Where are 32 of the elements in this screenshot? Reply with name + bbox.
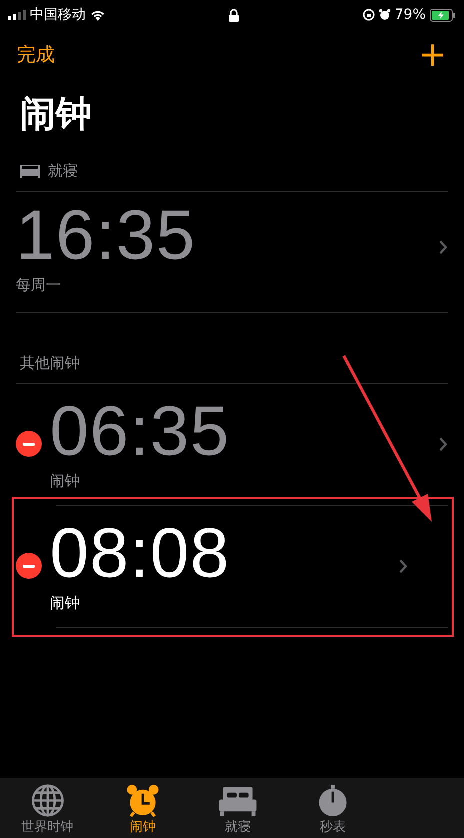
delete-button[interactable] [16, 431, 42, 457]
signal-icon [8, 10, 26, 20]
bed-icon [20, 164, 40, 178]
alarm-time: 08:08 [50, 518, 232, 588]
tab-item[interactable]: 就寝 [190, 778, 286, 838]
alarm-icon [126, 784, 160, 818]
alarm-time: 16:35 [16, 200, 198, 270]
tab-item[interactable]: 秒表 [286, 778, 381, 838]
globe-icon [30, 784, 65, 818]
repeat-label: 每周一 [16, 274, 62, 296]
wifi-icon [90, 9, 106, 21]
lock-icon [229, 8, 240, 22]
battery-percent: 79% [394, 6, 426, 24]
done-button[interactable]: 完成 [16, 40, 56, 70]
tab-item[interactable]: 闹钟 [95, 778, 190, 838]
carrier-name: 中国移动 [30, 6, 86, 24]
bed-icon [218, 784, 258, 818]
alarm-label: 闹钟 [50, 470, 81, 492]
rotation-lock-icon [362, 9, 375, 21]
add-button[interactable]: + [418, 37, 448, 73]
tab-item[interactable]: 世界时钟 [0, 778, 96, 838]
chevron-icon[interactable] [439, 240, 448, 256]
chevron-icon[interactable] [439, 436, 448, 452]
section-header: 其他闹钟 [19, 353, 81, 374]
delete-button[interactable] [16, 553, 42, 579]
section-header: 就寝 [48, 161, 78, 182]
alarm-icon [378, 9, 391, 21]
battery-icon [430, 8, 456, 22]
alarm-time: 06:35 [50, 396, 232, 466]
page-title: 闹钟 [19, 93, 93, 137]
chevron-icon[interactable] [399, 558, 408, 574]
alarm-label: 闹钟 [50, 592, 81, 614]
